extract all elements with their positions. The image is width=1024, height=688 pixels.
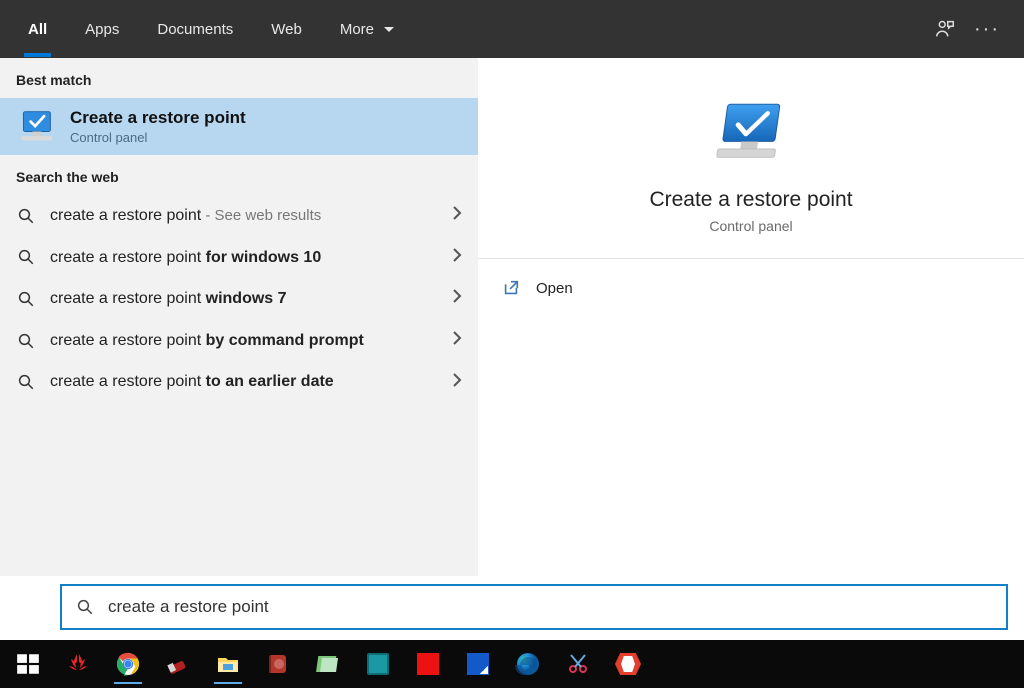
chevron-right-icon (452, 288, 462, 309)
web-result[interactable]: create a restore point windows 7 (0, 278, 478, 320)
teal-monitor-icon (367, 653, 389, 675)
chevron-down-icon (384, 27, 394, 32)
search-bar[interactable] (60, 584, 1008, 630)
web-result-text: create a restore point by command prompt (50, 330, 438, 352)
feedback-icon[interactable] (934, 18, 956, 40)
edge-icon[interactable] (504, 642, 552, 686)
start-button[interactable] (4, 642, 52, 686)
diagonal-app-icon[interactable] (454, 642, 502, 686)
rufus-icon[interactable] (154, 642, 202, 686)
screen-app-icon[interactable] (354, 642, 402, 686)
web-result[interactable]: create a restore point for windows 10 (0, 237, 478, 279)
best-match-title: Create a restore point (70, 108, 246, 128)
tab-documents[interactable]: Documents (153, 3, 237, 56)
anydesk-icon (615, 653, 641, 675)
chevron-right-icon (452, 205, 462, 226)
web-result-text: create a restore point - See web results (50, 205, 438, 227)
best-match-label: Best match (0, 58, 478, 98)
red-square-icon[interactable] (404, 642, 452, 686)
tab-all[interactable]: All (24, 3, 51, 56)
ellipsis-icon[interactable]: ··· (974, 18, 1000, 41)
results-column: Best match Create a restore point Contro… (0, 58, 478, 576)
tab-web[interactable]: Web (267, 3, 306, 56)
search-icon (16, 207, 36, 225)
search-icon (16, 290, 36, 308)
system-check-icon (710, 98, 792, 170)
red-square-icon (417, 653, 439, 675)
web-result-text: create a restore point for windows 10 (50, 247, 438, 269)
best-match-text: Create a restore point Control panel (70, 108, 246, 145)
best-match-subtitle: Control panel (70, 130, 246, 145)
web-result-text: create a restore point to an earlier dat… (50, 371, 438, 393)
search-icon (16, 248, 36, 266)
open-action-label: Open (536, 280, 573, 297)
open-action[interactable]: Open (494, 269, 1008, 307)
search-input[interactable] (108, 597, 992, 617)
web-result[interactable]: create a restore point by command prompt (0, 320, 478, 362)
open-external-icon (502, 279, 520, 297)
search-tabs: All Apps Documents Web More ··· (0, 0, 1024, 58)
best-match-result[interactable]: Create a restore point Control panel (0, 98, 478, 155)
tab-more[interactable]: More (336, 3, 398, 56)
preview-pane: Create a restore point Control panel Ope… (478, 58, 1024, 576)
foxit-icon[interactable] (254, 642, 302, 686)
taskbar (0, 640, 1024, 688)
preview-title: Create a restore point (649, 188, 852, 212)
preview-header: Create a restore point Control panel (478, 58, 1024, 259)
anydesk-icon[interactable] (604, 642, 652, 686)
tab-apps[interactable]: Apps (81, 3, 123, 56)
chevron-right-icon (452, 372, 462, 393)
web-results-list: create a restore point - See web results… (0, 195, 478, 403)
tab-more-label: More (340, 21, 374, 38)
snipping-icon[interactable] (554, 642, 602, 686)
search-icon (76, 598, 94, 616)
file-explorer-icon[interactable] (204, 642, 252, 686)
web-result[interactable]: create a restore point to an earlier dat… (0, 361, 478, 403)
chevron-right-icon (452, 330, 462, 351)
search-icon (16, 332, 36, 350)
search-icon (16, 373, 36, 391)
web-result-text: create a restore point windows 7 (50, 288, 438, 310)
blue-diagonal-icon (467, 653, 489, 675)
search-web-label: Search the web (0, 155, 478, 195)
web-result[interactable]: create a restore point - See web results (0, 195, 478, 237)
preview-actions: Open (478, 259, 1024, 317)
huawei-icon[interactable] (54, 642, 102, 686)
search-panel: Best match Create a restore point Contro… (0, 58, 1024, 576)
sticky-notes-icon[interactable] (304, 642, 352, 686)
chrome-icon[interactable] (104, 642, 152, 686)
chevron-right-icon (452, 247, 462, 268)
system-check-icon (16, 109, 56, 145)
preview-subtitle: Control panel (709, 218, 792, 234)
